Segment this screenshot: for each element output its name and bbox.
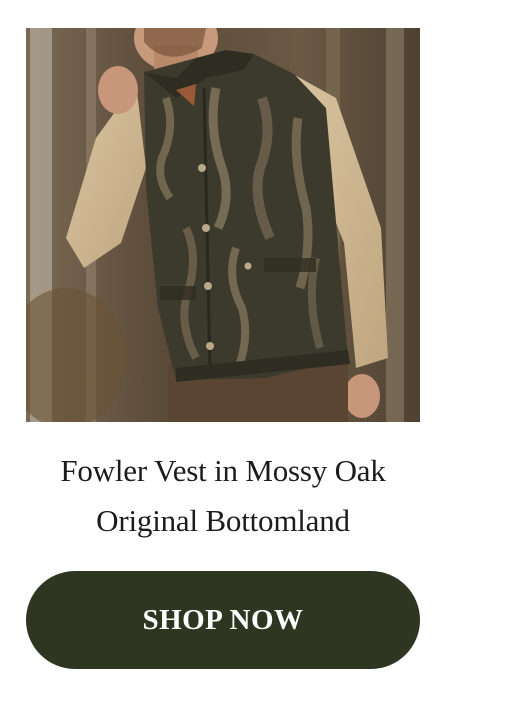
shop-now-button[interactable]: SHOP NOW (26, 571, 420, 669)
product-title[interactable]: Fowler Vest in Mossy Oak Original Bottom… (0, 446, 446, 546)
product-title-line-1: Fowler Vest in Mossy Oak (60, 453, 386, 488)
product-image[interactable] (26, 28, 420, 422)
product-photo-illustration (26, 28, 420, 422)
product-card: Fowler Vest in Mossy Oak Original Bottom… (0, 0, 526, 716)
product-title-line-2: Original Bottomland (96, 503, 350, 538)
